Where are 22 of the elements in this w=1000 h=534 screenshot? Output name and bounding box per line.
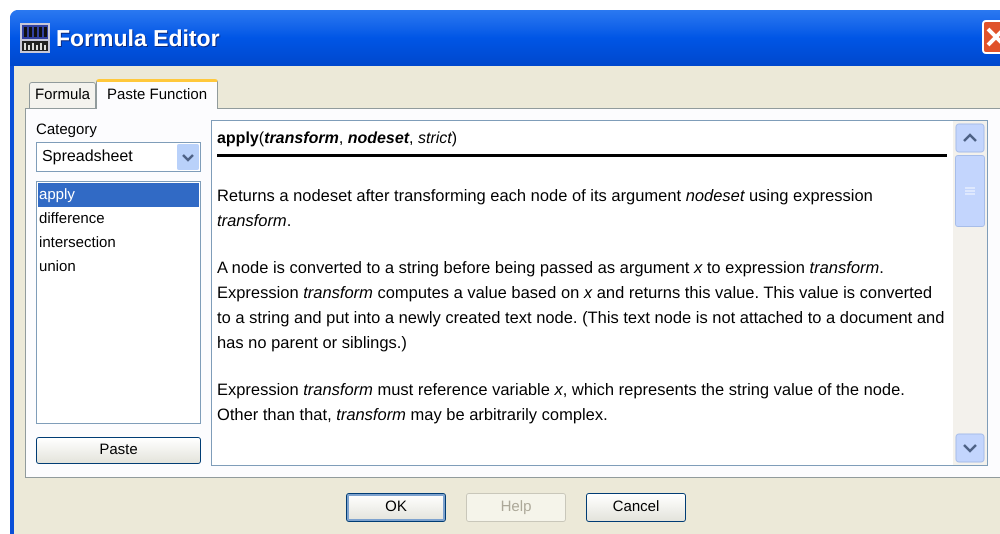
app-logo-icon (20, 23, 50, 53)
scroll-down-button[interactable] (955, 433, 985, 463)
function-signature: apply(transform, nodeset, strict) (217, 129, 947, 157)
scroll-up-button[interactable] (955, 123, 985, 153)
scroll-thumb[interactable] (955, 155, 985, 227)
category-dropdown[interactable]: Spreadsheet (36, 142, 201, 172)
function-list-item[interactable]: apply (38, 183, 199, 207)
scrollbar[interactable] (953, 121, 987, 465)
tab[interactable]: Paste Function (96, 79, 218, 109)
grip-icon (965, 187, 975, 195)
description-paragraph: Expression transform must reference variable x, which represents the string value of the node. Other than that, transform may be arbitrarily complex. (217, 380, 906, 426)
function-list-item[interactable]: intersection (38, 231, 199, 255)
paste-button[interactable]: Paste (36, 437, 201, 464)
description-paragraph: Returns a nodeset after transforming each node of its argument nodeset using expression transform. (217, 186, 874, 232)
dialog-button[interactable]: Cancel (586, 493, 686, 522)
window-title: Formula Editor (56, 24, 220, 53)
category-label: Category (36, 120, 98, 140)
function-list-item[interactable]: difference (38, 207, 199, 231)
tab[interactable]: Formula (29, 82, 96, 108)
dialog-button[interactable]: OK (346, 493, 446, 522)
function-list-item[interactable]: union (38, 255, 199, 279)
description-paragraph: A node is converted to a string before being passed as argument x to expression transform. Expression transform computes a value based on x and returns this value. This value is converted to a string and put into a newly created text node. (This text node is not attached to a document and has no parent or siblings.) (217, 258, 945, 354)
